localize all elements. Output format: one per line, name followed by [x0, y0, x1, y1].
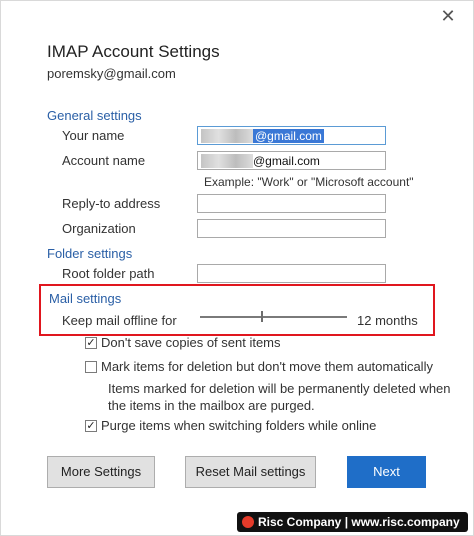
purge-label: Purge items when switching folders while… [101, 418, 377, 433]
account-email: poremsky@gmail.com [47, 66, 176, 81]
redacted-block [201, 129, 253, 143]
your-name-label: Your name [62, 128, 125, 143]
mark-delete-note-line2: the items in the mailbox are purged. [108, 398, 315, 413]
more-settings-button[interactable]: More Settings [47, 456, 155, 488]
redacted-block [201, 154, 253, 168]
highlight-box [39, 284, 435, 336]
watermark: Risc Company | www.risc.company [237, 512, 468, 532]
account-name-field[interactable]: @gmail.com [197, 151, 386, 170]
dont-save-sent-label: Don't save copies of sent items [101, 335, 281, 350]
account-name-hint: Example: "Work" or "Microsoft account" [204, 175, 414, 189]
dont-save-sent-checkbox[interactable]: ✓ [85, 337, 97, 349]
mark-delete-checkbox[interactable] [85, 361, 97, 373]
account-name-value: @gmail.com [253, 154, 320, 168]
root-folder-label: Root folder path [62, 266, 155, 281]
dialog-title: IMAP Account Settings [47, 42, 220, 61]
mark-delete-label: Mark items for deletion but don't move t… [101, 359, 433, 374]
organization-field[interactable] [197, 219, 386, 238]
close-icon[interactable]: ✕ [438, 6, 458, 26]
general-settings-heading: General settings [47, 108, 142, 123]
root-folder-field[interactable] [197, 264, 386, 283]
reply-to-field[interactable] [197, 194, 386, 213]
account-name-label: Account name [62, 153, 146, 168]
your-name-field[interactable]: @gmail.com [197, 126, 386, 145]
folder-settings-heading: Folder settings [47, 246, 133, 261]
flame-icon [242, 516, 254, 528]
watermark-text: Risc Company | www.risc.company [258, 515, 460, 529]
reset-mail-settings-button[interactable]: Reset Mail settings [185, 456, 316, 488]
next-button[interactable]: Next [347, 456, 426, 488]
your-name-value: @gmail.com [253, 129, 324, 143]
mark-delete-note-line1: Items marked for deletion will be perman… [108, 381, 451, 396]
reply-to-label: Reply-to address [62, 196, 161, 211]
organization-label: Organization [62, 221, 136, 236]
purge-checkbox[interactable]: ✓ [85, 420, 97, 432]
